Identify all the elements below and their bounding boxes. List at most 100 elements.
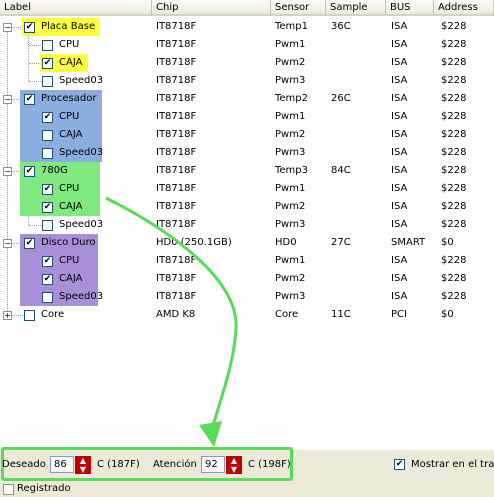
registrado-checkbox[interactable] xyxy=(3,484,14,495)
collapse-icon[interactable]: − xyxy=(3,95,12,104)
row-checkbox[interactable] xyxy=(42,220,53,231)
cell-sensor: Pwm3 xyxy=(275,147,306,158)
cell-sample: 11C xyxy=(331,309,351,320)
cell-chip: IT8718F xyxy=(156,57,197,68)
row-label: CPU xyxy=(59,39,80,50)
column-header-address[interactable]: Address xyxy=(434,0,494,16)
row-checkbox[interactable]: ✔ xyxy=(42,112,53,123)
cell-chip: IT8718F xyxy=(156,201,197,212)
cell-bus: ISA xyxy=(391,147,408,158)
column-header-bus[interactable]: BUS xyxy=(386,0,434,16)
table-row[interactable]: CAJA IT8718F Pwm2 ISA $228 xyxy=(0,126,494,144)
row-checkbox[interactable]: ✔ xyxy=(42,58,53,69)
table-row[interactable]: Speed03 IT8718F Pwm3 ISA $228 xyxy=(0,144,494,162)
column-header-label[interactable]: Label xyxy=(0,0,152,16)
deseado-unit: C (187F) xyxy=(97,459,140,470)
table-row[interactable]: ✔ CPU IT8718F Pwm1 ISA $228 xyxy=(0,108,494,126)
row-checkbox[interactable] xyxy=(42,40,53,51)
cell-address: $228 xyxy=(441,93,467,104)
row-checkbox[interactable]: ✔ xyxy=(42,274,53,285)
row-checkbox[interactable] xyxy=(42,130,53,141)
cell-address: $228 xyxy=(441,273,467,284)
cell-address: $228 xyxy=(441,291,467,302)
table-row[interactable]: − ✔ Procesador IT8718F Temp2 26C ISA $228 xyxy=(0,90,494,108)
cell-chip: AMD K8 xyxy=(156,309,196,320)
expand-icon[interactable]: + xyxy=(3,311,12,320)
row-checkbox[interactable] xyxy=(42,292,53,303)
deseado-input[interactable]: 86 xyxy=(50,456,74,473)
atencion-label: Atención xyxy=(153,459,197,470)
cell-sensor: Pwm3 xyxy=(275,291,306,302)
collapse-icon[interactable]: − xyxy=(3,239,12,248)
table-row[interactable]: ✔ CPU IT8718F Pwm1 ISA $228 xyxy=(0,252,494,270)
tray-checkbox[interactable]: ✔ xyxy=(394,459,405,470)
row-checkbox[interactable]: ✔ xyxy=(24,94,35,105)
cell-address: $228 xyxy=(441,183,467,194)
cell-sample: 84C xyxy=(331,165,351,176)
row-checkbox[interactable] xyxy=(24,310,35,321)
cell-sensor: HD0 xyxy=(275,237,297,248)
collapse-icon[interactable]: − xyxy=(3,167,12,176)
row-label: Speed03 xyxy=(59,75,104,86)
table-row[interactable]: − ✔ Placa Base IT8718F Temp1 36C ISA $228 xyxy=(0,18,494,36)
row-checkbox[interactable]: ✔ xyxy=(42,184,53,195)
collapse-icon[interactable]: − xyxy=(3,23,12,32)
table-row[interactable]: ✔ CAJA IT8718F Pwm2 ISA $228 xyxy=(0,270,494,288)
cell-bus: ISA xyxy=(391,165,408,176)
row-checkbox[interactable]: ✔ xyxy=(24,22,35,33)
table-row[interactable]: Speed03 IT8718F Pwm3 ISA $228 xyxy=(0,72,494,90)
cell-bus: ISA xyxy=(391,219,408,230)
column-header-chip[interactable]: Chip xyxy=(152,0,271,16)
deseado-label: Deseado xyxy=(2,459,46,470)
row-label: 780G xyxy=(41,165,68,176)
row-checkbox[interactable] xyxy=(42,76,53,87)
cell-sensor: Temp2 xyxy=(275,93,309,104)
cell-sensor: Pwm2 xyxy=(275,57,306,68)
table-row[interactable]: CPU IT8718F Pwm1 ISA $228 xyxy=(0,36,494,54)
cell-chip: IT8718F xyxy=(156,291,197,302)
list-header: Label Chip Sensor Sample BUS Address xyxy=(0,0,494,17)
row-checkbox[interactable]: ✔ xyxy=(24,166,35,177)
cell-bus: ISA xyxy=(391,21,408,32)
sensor-list[interactable]: Label Chip Sensor Sample BUS Address − ✔ P… xyxy=(0,0,494,450)
atencion-spin-icon[interactable]: ▲ ▼ xyxy=(226,456,242,474)
cell-address: $228 xyxy=(441,39,467,50)
column-header-sensor[interactable]: Sensor xyxy=(271,0,326,16)
cell-bus: ISA xyxy=(391,291,408,302)
row-label: CPU xyxy=(59,111,80,122)
cell-chip: IT8718F xyxy=(156,93,197,104)
table-row[interactable]: ✔ CAJA IT8718F Pwm2 ISA $228 xyxy=(0,198,494,216)
table-row[interactable]: + Core AMD K8 Core 11C PCI $0 xyxy=(0,306,494,324)
table-row[interactable]: ✔ CAJA IT8718F Pwm2 ISA $228 xyxy=(0,54,494,72)
table-row[interactable]: − ✔ 780G IT8718F Temp3 84C ISA $228 xyxy=(0,162,494,180)
atencion-input[interactable]: 92 xyxy=(201,456,225,473)
table-row[interactable]: ✔ CPU IT8718F Pwm1 ISA $228 xyxy=(0,180,494,198)
cell-chip: IT8718F xyxy=(156,129,197,140)
cell-sample: 27C xyxy=(331,237,351,248)
row-checkbox[interactable]: ✔ xyxy=(42,202,53,213)
cell-bus: ISA xyxy=(391,93,408,104)
row-checkbox[interactable]: ✔ xyxy=(42,256,53,267)
row-checkbox[interactable]: ✔ xyxy=(24,238,35,249)
cell-sensor: Pwm2 xyxy=(275,129,306,140)
row-label: CAJA xyxy=(59,129,83,140)
cell-bus: ISA xyxy=(391,201,408,212)
table-row[interactable]: Speed03 IT8718F Pwm3 ISA $228 xyxy=(0,288,494,306)
bottom-panel: Deseado 86 ▲ ▼ C (187F) Atención 92 ▲ ▼ C … xyxy=(0,450,494,497)
column-header-sample[interactable]: Sample xyxy=(326,0,386,16)
cell-chip: IT8718F xyxy=(156,21,197,32)
row-label: Placa Base xyxy=(41,21,96,32)
cell-address: $228 xyxy=(441,165,467,176)
cell-sample: 26C xyxy=(331,93,351,104)
cell-address: $228 xyxy=(441,111,467,122)
cell-bus: ISA xyxy=(391,273,408,284)
deseado-spin-icon[interactable]: ▲ ▼ xyxy=(75,456,91,474)
cell-address: $228 xyxy=(441,255,467,266)
row-label: Core xyxy=(41,309,65,320)
cell-address: $228 xyxy=(441,201,467,212)
table-row[interactable]: Speed03 IT8718F Pwm3 ISA $228 xyxy=(0,216,494,234)
row-label: Speed03 xyxy=(59,147,104,158)
table-row[interactable]: − ✔ Disco Duro HD0 (250.1GB) HD0 27C SMART $0 xyxy=(0,234,494,252)
row-label: Speed03 xyxy=(59,291,104,302)
row-checkbox[interactable] xyxy=(42,148,53,159)
